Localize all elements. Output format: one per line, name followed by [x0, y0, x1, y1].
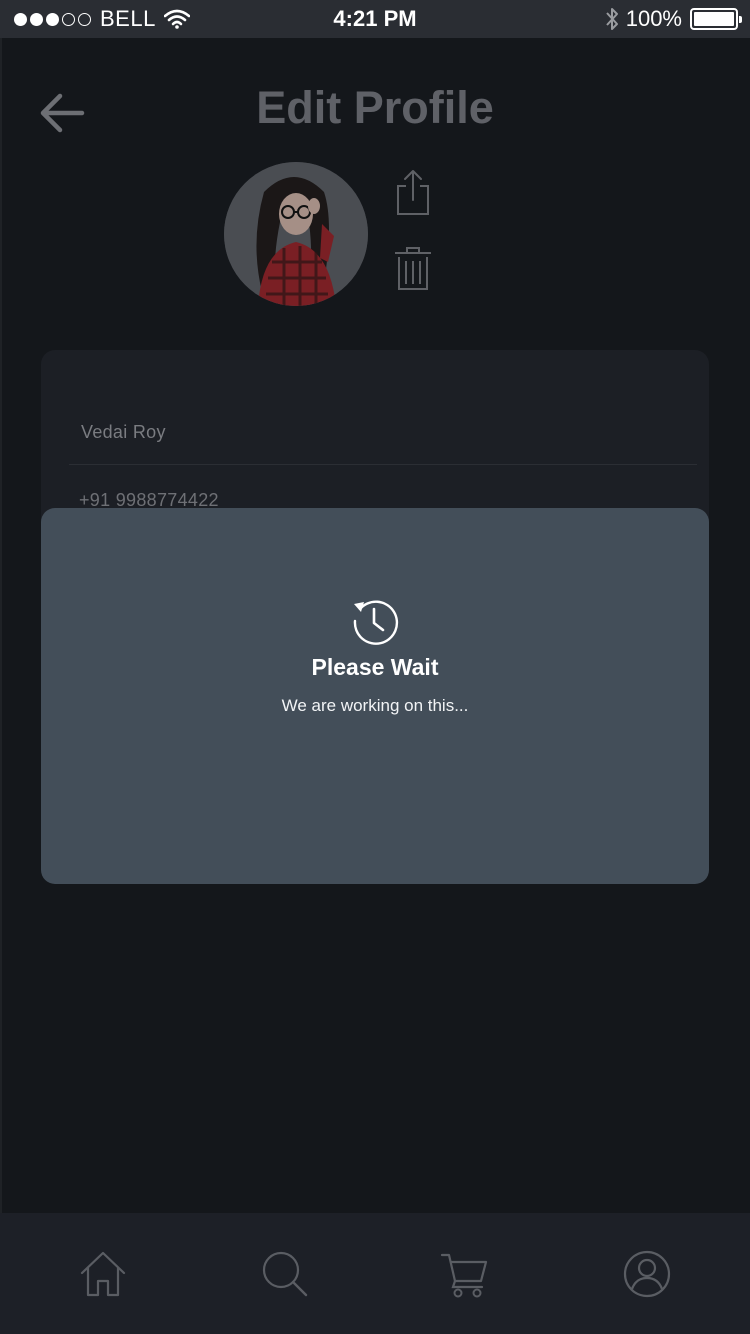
status-bar: BELL 4:21 PM 100%: [0, 0, 750, 38]
signal-dot-icon: [30, 12, 43, 26]
battery-icon: [690, 8, 742, 30]
carrier-name: BELL: [100, 6, 156, 31]
arrow-left-icon: [40, 93, 85, 133]
dialog-title: Please Wait: [311, 654, 439, 680]
nav-home[interactable]: [78, 1249, 128, 1299]
left-edge-line: [0, 38, 2, 1213]
nav-profile[interactable]: [622, 1249, 672, 1299]
share-upload-icon: [397, 170, 429, 215]
dialog-message: We are working on this...: [281, 696, 469, 715]
back-button[interactable]: [36, 88, 88, 138]
nav-search[interactable]: [260, 1249, 310, 1299]
bluetooth-icon: [605, 8, 618, 30]
upload-photo-button[interactable]: [392, 168, 434, 218]
trash-icon: [395, 247, 431, 290]
status-right: 100%: [604, 6, 742, 32]
page-title: Edit Profile: [256, 82, 494, 133]
clock-history-icon: [353, 600, 399, 645]
battery-tip: [739, 16, 742, 23]
battery-percent: 100%: [625, 6, 682, 31]
profile-photo: [224, 162, 368, 306]
name-field[interactable]: Vedai Roy: [81, 422, 166, 443]
signal-carrier: BELL: [14, 6, 190, 32]
signal-dot-empty-icon: [62, 12, 75, 26]
battery-fill: [694, 12, 734, 26]
field-divider: [69, 464, 697, 465]
search-icon: [262, 1251, 308, 1297]
signal-dot-icon: [46, 12, 59, 26]
user-icon: [623, 1250, 671, 1298]
wifi-icon: [163, 9, 190, 29]
delete-photo-button[interactable]: [392, 244, 434, 292]
bottom-navigation: [0, 1213, 750, 1334]
signal-dot-empty-icon: [78, 12, 91, 26]
screen: BELL 4:21 PM 100% Edit Profile Vedai Roy…: [0, 0, 750, 1334]
profile-avatar[interactable]: [224, 162, 368, 306]
loading-dialog: Please Wait We are working on this...: [41, 508, 709, 884]
cart-icon: [440, 1253, 488, 1298]
signal-dot-icon: [14, 12, 27, 26]
nav-cart[interactable]: [440, 1249, 490, 1299]
home-icon: [80, 1251, 126, 1297]
